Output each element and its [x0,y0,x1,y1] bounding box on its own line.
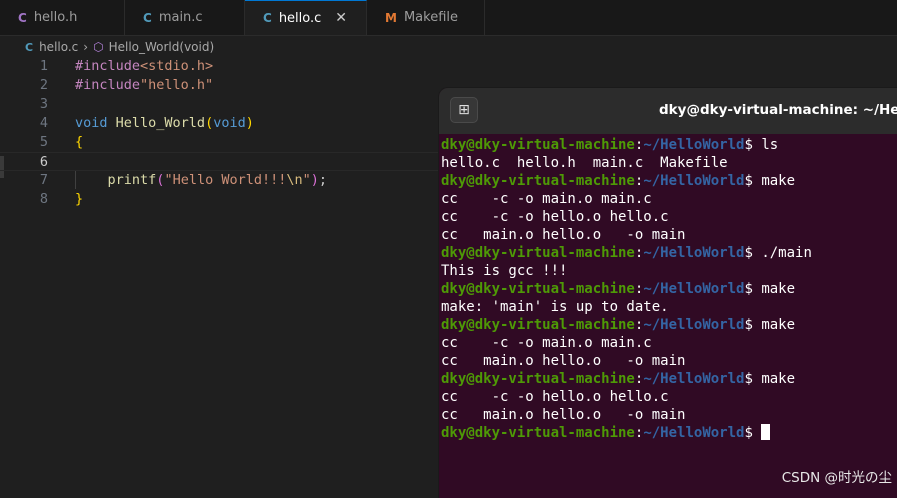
include-directive: #include [75,58,141,74]
prompt-path: ~/HelloWorld [643,137,745,153]
code-line-1[interactable]: 1 #include<stdio.h> [0,57,897,76]
c-file-icon: C [18,10,27,25]
return-type: void [75,115,108,131]
line-number: 4 [39,115,48,131]
tab-label: hello.c [278,10,322,26]
tab-label: Makefile [403,10,458,25]
terminal-output-line: This is gcc !!! [441,263,568,279]
command-text: ls [761,137,779,153]
prompt-dollar: $ [744,281,762,297]
terminal-output-line: cc main.o hello.o -o main [441,227,686,243]
terminal-prompt-line: dky@dky-virtual-machine:~/HelloWorld$ ./… [441,244,897,262]
makefile-icon: M [385,10,397,25]
terminal-output-line: cc main.o hello.o -o main [441,353,686,369]
param-type: void [213,115,246,131]
terminal-output[interactable]: dky@dky-virtual-machine:~/HelloWorld$ ls… [441,136,897,442]
prompt-user: dky@dky-virtual-machine [441,245,635,261]
tab-label: main.c [158,10,203,25]
prompt-user: dky@dky-virtual-machine [441,425,635,441]
prompt-user: dky@dky-virtual-machine [441,137,635,153]
prompt-user: dky@dky-virtual-machine [441,371,635,387]
close-icon[interactable]: ✕ [335,10,347,26]
tab-label: hello.h [33,10,78,25]
string-literal: "Hello World!!! [164,172,287,188]
line-number: 8 [39,191,48,207]
include-directive: #include [75,77,141,93]
prompt-user: dky@dky-virtual-machine [441,173,635,189]
string-end: " [302,172,311,188]
prompt-path: ~/HelloWorld [643,317,745,333]
tab-main-c[interactable]: C main.c [125,0,245,35]
prompt-dollar: $ [744,317,762,333]
command-text: ./main [761,245,812,261]
brace-open: { [75,134,84,150]
prompt-path: ~/HelloWorld [643,281,745,297]
breadcrumb-file[interactable]: hello.c [39,40,78,54]
terminal-prompt-line: dky@dky-virtual-machine:~/HelloWorld$ [441,424,897,442]
prompt-dollar: $ [744,173,762,189]
c-file-icon: C [25,40,34,54]
line-number: 3 [39,96,48,112]
terminal-output-line: cc main.o hello.o -o main [441,407,686,423]
command-text: make [761,173,796,189]
c-file-icon: C [143,10,152,25]
paren-close: ) [310,172,319,188]
terminal-window[interactable]: ⊞ dky@dky-virtual-machine: ~/HelloWorld … [439,88,897,498]
terminal-header-bar: ⊞ dky@dky-virtual-machine: ~/HelloWorld [439,88,897,134]
escape-sequence: \n [286,172,303,188]
prompt-dollar: $ [744,425,762,441]
line-number: 5 [39,134,48,150]
new-tab-button[interactable]: ⊞ [450,97,478,123]
terminal-prompt-line: dky@dky-virtual-machine:~/HelloWorld$ ls [441,136,897,154]
printf-call: printf [107,172,157,188]
terminal-output-line: cc -c -o main.o main.c [441,191,652,207]
brace-close: } [75,191,84,207]
chevron-right-icon: › [83,40,89,54]
prompt-path: ~/HelloWorld [643,425,745,441]
terminal-prompt-line: dky@dky-virtual-machine:~/HelloWorld$ ma… [441,172,897,190]
tab-makefile[interactable]: M Makefile [367,0,485,35]
c-file-icon: C [263,11,272,25]
symbol-method-icon: ⬡ [93,40,104,54]
terminal-prompt-line: dky@dky-virtual-machine:~/HelloWorld$ ma… [441,316,897,334]
new-tab-icon: ⊞ [458,102,470,118]
prompt-path: ~/HelloWorld [643,245,745,261]
prompt-dollar: $ [744,137,762,153]
include-header: <stdio.h> [140,58,214,74]
prompt-dollar: $ [744,371,762,387]
editor-tab-bar: C hello.h C main.c C hello.c ✕ M Makefil… [0,0,897,36]
breadcrumb-symbol[interactable]: Hello_World(void) [109,40,215,54]
line-number: 7 [39,172,48,188]
command-text: make [761,281,796,297]
line-number: 2 [39,77,48,93]
function-name: Hello_World [115,115,206,131]
terminal-cursor [761,424,771,440]
terminal-output-line: hello.c hello.h main.c Makefile [441,155,728,171]
terminal-output-line: cc -c -o main.o main.c [441,335,652,351]
paren-open: ( [205,115,214,131]
command-text: make [761,317,796,333]
command-text: make [761,371,796,387]
line-number: 1 [39,58,48,74]
breadcrumb: C hello.c › ⬡ Hello_World(void) [0,36,897,58]
watermark: CSDN @时光の尘 [781,470,892,486]
terminal-title: dky@dky-virtual-machine: ~/HelloWorld [659,102,897,118]
terminal-output-line: cc -c -o hello.o hello.c [441,389,669,405]
terminal-prompt-line: dky@dky-virtual-machine:~/HelloWorld$ ma… [441,280,897,298]
prompt-dollar: $ [744,245,762,261]
prompt-user: dky@dky-virtual-machine [441,317,635,333]
prompt-path: ~/HelloWorld [643,371,745,387]
terminal-output-line: cc -c -o hello.o hello.c [441,209,669,225]
paren-close: ) [245,115,254,131]
line-number: 6 [39,154,48,170]
prompt-user: dky@dky-virtual-machine [441,281,635,297]
semicolon: ; [318,172,328,188]
prompt-path: ~/HelloWorld [643,173,745,189]
terminal-output-line: make: 'main' is up to date. [441,299,669,315]
tab-hello-h[interactable]: C hello.h [0,0,125,35]
terminal-prompt-line: dky@dky-virtual-machine:~/HelloWorld$ ma… [441,370,897,388]
tab-hello-c[interactable]: C hello.c ✕ [245,0,367,35]
include-header: "hello.h" [140,77,214,93]
